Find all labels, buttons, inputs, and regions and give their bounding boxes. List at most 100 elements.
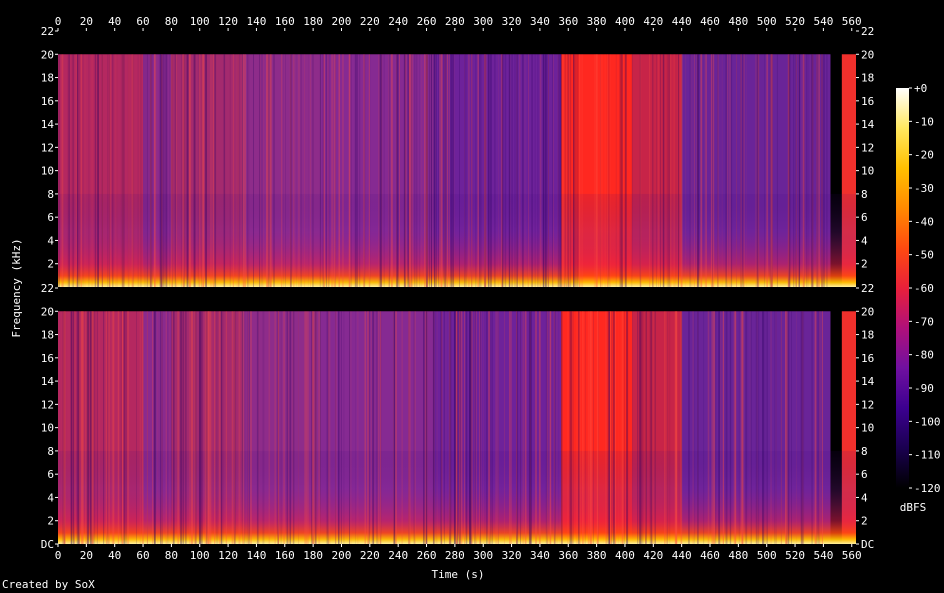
spectral-streak — [123, 311, 126, 544]
x-tick-label: 380 — [587, 15, 607, 28]
x-tick-label: 100 — [190, 549, 210, 562]
y-tick-label: 14 — [41, 118, 55, 131]
spectral-streak — [340, 311, 342, 544]
spectral-streak — [579, 311, 581, 544]
spectral-streak — [483, 311, 484, 544]
spectral-streak — [542, 54, 545, 287]
x-tick-label: 160 — [275, 549, 295, 562]
spectral-streak — [172, 54, 174, 287]
spectral-streak — [300, 54, 302, 287]
spectral-streak — [121, 311, 124, 544]
spectral-streak — [465, 54, 467, 287]
spectral-streak — [91, 54, 94, 287]
spectral-streak — [250, 311, 252, 544]
colorbar-tick-label: -40 — [914, 215, 934, 228]
spectral-streak — [667, 54, 669, 287]
spectral-streak — [204, 311, 207, 544]
spectral-streak — [494, 54, 496, 287]
spectral-streak — [434, 54, 435, 287]
spectral-streak — [191, 311, 194, 544]
spectral-streak — [112, 54, 114, 287]
spectral-streak — [719, 54, 721, 287]
spectral-streak — [722, 311, 724, 544]
spectral-streak — [565, 54, 567, 287]
y-tick-label: 20 — [861, 305, 874, 318]
spectral-streak — [697, 311, 699, 544]
spectral-streak — [94, 54, 97, 287]
spectral-streak — [383, 54, 385, 287]
spectral-streak — [138, 54, 141, 287]
spectral-streak — [58, 54, 60, 287]
spectral-streak — [757, 54, 760, 287]
spectral-streak — [653, 311, 655, 544]
spectral-streak — [379, 54, 381, 287]
spectral-streak — [680, 54, 683, 287]
x-axis-top: 0 20 40 60 80 100 120 140 160 180 200 220 240 260 280 3… — [55, 15, 862, 31]
spectral-streak — [800, 311, 803, 544]
x-tick-label: 400 — [615, 15, 635, 28]
spectral-streak — [220, 311, 222, 544]
spectral-streak — [569, 311, 571, 544]
y-tick-label: 22 — [41, 25, 54, 38]
spectral-streak — [215, 311, 218, 544]
spectral-streak — [304, 311, 306, 544]
spectral-streak — [260, 54, 261, 287]
x-tick-label: 260 — [417, 15, 437, 28]
spectral-streak — [621, 311, 624, 544]
spectral-streak — [786, 311, 788, 544]
spectral-streak — [153, 311, 155, 544]
spectral-streak — [596, 54, 598, 287]
spectral-streak — [475, 54, 477, 287]
spectral-streak — [435, 54, 437, 287]
spectral-streak — [328, 311, 330, 544]
y-tick-label: 20 — [861, 48, 874, 61]
spectral-streak — [573, 54, 575, 287]
spectral-streak — [102, 54, 103, 287]
spectral-streak — [210, 54, 212, 287]
y-tick-label: 12 — [861, 398, 874, 411]
spectral-streak — [253, 54, 254, 287]
spectral-streak — [367, 311, 369, 544]
colorbar-tick-label: -20 — [914, 149, 934, 162]
spectral-streak — [189, 54, 192, 287]
x-tick-label: 200 — [332, 549, 352, 562]
spectral-streak — [257, 311, 260, 544]
spectral-streak — [396, 54, 399, 287]
y-tick-label: 16 — [861, 95, 874, 108]
spectral-streak — [247, 54, 249, 287]
spectral-streak — [363, 54, 365, 287]
spectral-streak — [125, 311, 128, 544]
spectral-streak — [741, 54, 743, 287]
spectral-streak — [372, 311, 374, 544]
spectral-streak — [802, 311, 805, 544]
spectral-streak — [531, 54, 533, 287]
spectral-streak — [289, 54, 292, 287]
spectral-streak — [409, 54, 411, 287]
y-tick-label: 4 — [861, 491, 868, 504]
spectral-streak — [447, 54, 449, 287]
y-tick-label: 16 — [41, 352, 54, 365]
spectral-streak — [242, 311, 245, 544]
spectral-streak — [729, 54, 731, 287]
spectral-streak — [600, 54, 603, 287]
spectral-streak — [738, 311, 740, 544]
spectral-streak — [626, 311, 629, 544]
spectral-streak — [613, 311, 615, 544]
spectral-streak — [413, 311, 415, 544]
spectral-streak — [650, 54, 652, 287]
spectral-streak — [495, 311, 498, 544]
spectral-streak — [471, 54, 472, 287]
spectral-streak — [298, 311, 299, 544]
spectral-streak — [144, 54, 146, 287]
spectral-streak — [821, 311, 823, 544]
spectral-streak — [756, 311, 758, 544]
spectral-streak — [474, 311, 475, 544]
spectral-streak — [325, 54, 327, 287]
spectral-streak — [798, 54, 801, 287]
spectral-streak — [107, 54, 109, 287]
colorbar-tick-label: -90 — [914, 382, 934, 395]
spectral-streak — [662, 54, 665, 287]
spectral-streak — [118, 311, 119, 544]
spectral-streak — [605, 311, 607, 544]
x-tick-label: 380 — [587, 549, 607, 562]
